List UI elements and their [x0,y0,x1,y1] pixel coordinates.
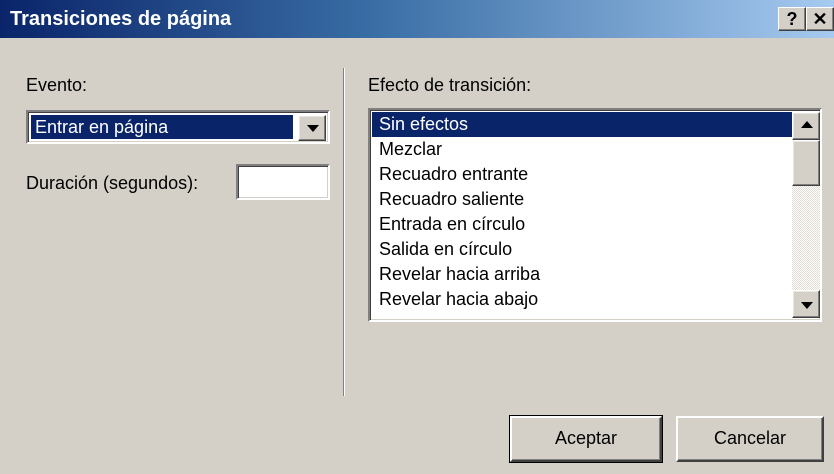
arrow-down-icon [801,302,813,309]
event-dropdown-value: Entrar en página [31,115,293,139]
list-item[interactable]: Sin efectos [372,112,792,137]
chevron-down-icon [307,125,319,132]
scroll-thumb[interactable] [792,140,820,186]
column-divider [343,68,345,396]
help-button[interactable]: ? [778,7,806,31]
list-item[interactable]: Revelar hacia arriba [372,262,792,287]
event-dropdown-button[interactable] [298,115,326,141]
vertical-scrollbar[interactable] [792,112,820,318]
event-label: Evento: [26,75,88,95]
event-dropdown[interactable]: Entrar en página [26,110,330,144]
help-icon: ? [786,9,798,29]
window-title: Transiciones de página [10,8,232,30]
list-item[interactable]: Entrada en círculo [372,212,792,237]
close-icon: ✕ [812,9,828,29]
scroll-up-button[interactable] [792,112,820,140]
list-item[interactable]: Salida en círculo [372,237,792,262]
list-item[interactable]: Revelar hacia abajo [372,287,792,312]
transition-effect-items: Sin efectos Mezclar Recuadro entrante Recua… [372,112,792,312]
list-item[interactable]: Recuadro saliente [372,187,792,212]
page-transitions-dialog: Transiciones de página ? ✕ Evento: Entra… [0,0,834,474]
duration-input[interactable] [236,164,330,200]
ok-button[interactable]: Aceptar [509,415,663,463]
arrow-up-icon [801,121,813,128]
transition-effect-list[interactable]: Sin efectos Mezclar Recuadro entrante Recua… [368,108,822,322]
list-item[interactable]: Recuadro entrante [372,162,792,187]
title-bar[interactable]: Transiciones de página ? ✕ [0,0,834,38]
list-item[interactable]: Mezclar [372,137,792,162]
close-button[interactable]: ✕ [806,7,834,31]
transition-effect-label: Efecto de transición: [368,75,532,95]
cancel-button[interactable]: Cancelar [676,416,824,462]
duration-label: Duración (segundos): [26,173,199,193]
scroll-down-button[interactable] [792,290,820,318]
